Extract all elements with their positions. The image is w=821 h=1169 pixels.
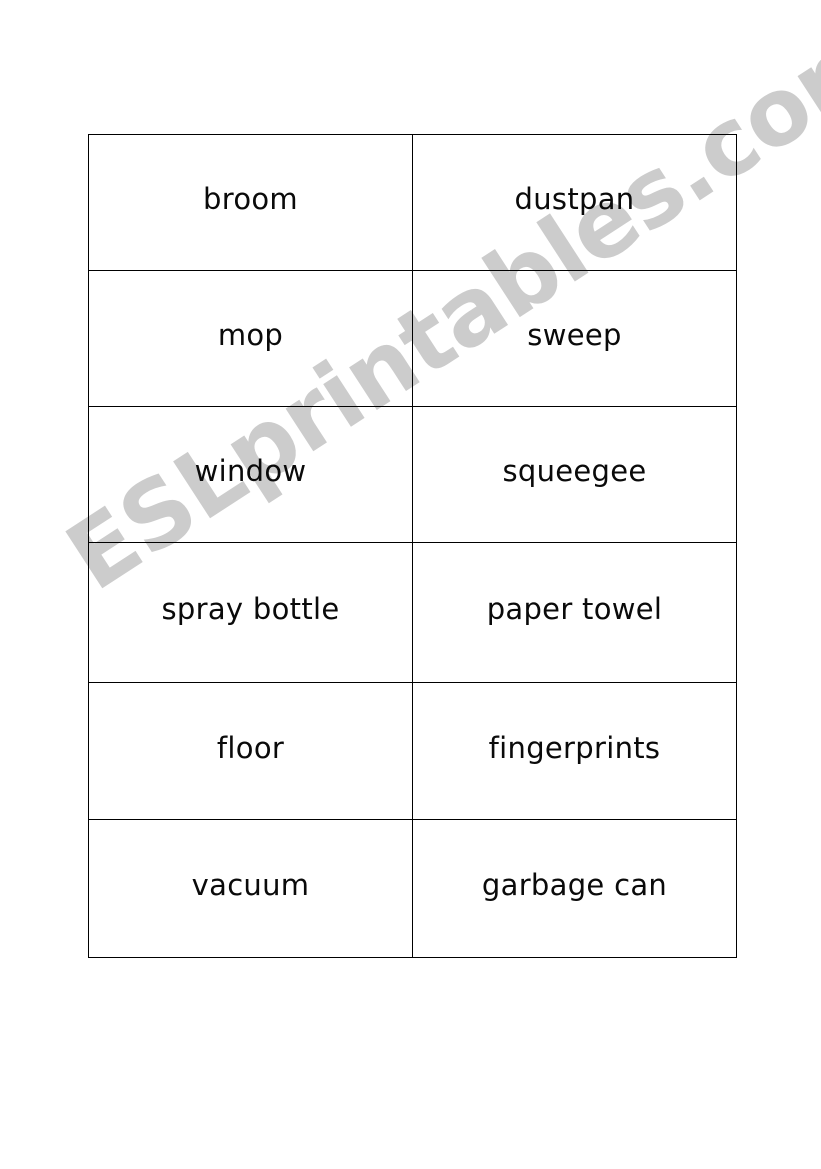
vocabulary-card-table: broom dustpan mop sweep window squeegee … — [88, 134, 737, 958]
vocab-card-cell[interactable]: window — [88, 406, 413, 543]
vocab-word: vacuum — [191, 868, 310, 902]
vocab-word: mop — [217, 318, 284, 352]
vocab-word: window — [194, 454, 307, 488]
vocab-card-cell[interactable]: squeegee — [412, 406, 737, 543]
vocab-word: sweep — [527, 318, 622, 352]
vocab-word: dustpan — [514, 182, 635, 216]
vocab-card-cell[interactable]: fingerprints — [412, 682, 737, 820]
vocab-card-cell[interactable]: spray bottle — [88, 542, 413, 683]
vocab-word: spray bottle — [161, 592, 340, 626]
vocab-word: broom — [203, 182, 298, 216]
vocab-word: floor — [216, 730, 285, 765]
vocab-card-cell[interactable]: garbage can — [412, 819, 737, 958]
table-row: floor fingerprints — [88, 682, 737, 820]
vocab-word: garbage can — [481, 868, 668, 902]
vocab-card-cell[interactable]: vacuum — [88, 819, 413, 958]
table-row: mop sweep — [88, 270, 737, 407]
table-row: spray bottle paper towel — [88, 542, 737, 683]
vocab-card-cell[interactable]: broom — [88, 134, 413, 271]
vocab-word: paper towel — [486, 592, 663, 626]
vocab-card-cell[interactable]: floor — [88, 682, 413, 820]
table-row: window squeegee — [88, 406, 737, 543]
table-row: broom dustpan — [88, 134, 737, 271]
vocab-word: fingerprints — [488, 730, 661, 765]
vocab-card-cell[interactable]: mop — [88, 270, 413, 407]
table-row: vacuum garbage can — [88, 819, 737, 958]
vocab-card-cell[interactable]: sweep — [412, 270, 737, 407]
vocab-card-cell[interactable]: paper towel — [412, 542, 737, 683]
vocab-word: squeegee — [502, 454, 647, 488]
vocab-card-cell[interactable]: dustpan — [412, 134, 737, 271]
worksheet-page: ESLprintables.com broom dustpan mop swee… — [0, 0, 821, 1169]
